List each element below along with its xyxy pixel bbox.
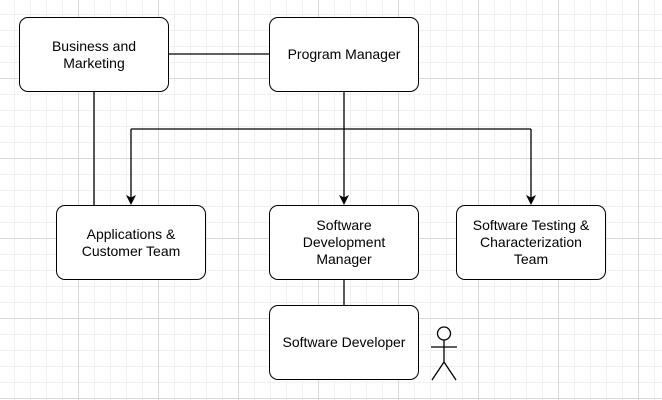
- node-software-developer[interactable]: Software Developer: [269, 305, 419, 380]
- node-business-and-marketing[interactable]: Business and Marketing: [19, 17, 169, 92]
- node-software-testing-team[interactable]: Software Testing & Characterization Team: [456, 205, 606, 280]
- stick-figure-icon[interactable]: [427, 326, 461, 382]
- node-software-development-manager[interactable]: Software Development Manager: [269, 205, 419, 280]
- node-program-manager[interactable]: Program Manager: [269, 17, 419, 92]
- node-applications-customer-team[interactable]: Applications & Customer Team: [56, 205, 206, 280]
